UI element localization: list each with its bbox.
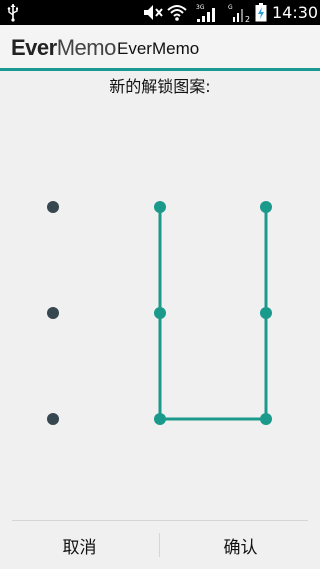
unlock-pattern-grid[interactable] xyxy=(0,150,320,480)
battery-charging-icon xyxy=(255,3,267,22)
action-bar: EverMemo EverMemo xyxy=(0,25,320,71)
signal2-sub: 2 xyxy=(245,15,250,23)
status-bar: 3G G 2 14:30 xyxy=(0,0,320,25)
pattern-dot-r3c2[interactable] xyxy=(154,413,166,425)
app-logo[interactable]: EverMemo xyxy=(11,36,116,60)
mute-icon xyxy=(144,5,163,20)
pattern-dot-r3c1[interactable] xyxy=(47,413,59,425)
pattern-dot-r2c2[interactable] xyxy=(154,307,166,319)
status-time: 14:30 xyxy=(272,3,319,22)
pattern-prompt: 新的解锁图案: xyxy=(109,77,211,96)
logo-text-light: Memo xyxy=(56,35,117,60)
signal2-label: G xyxy=(228,4,233,11)
signal-g-icon: G 2 xyxy=(228,4,250,23)
pattern-path xyxy=(158,205,268,421)
signal1-label: 3G xyxy=(196,4,205,11)
confirm-button[interactable]: 确认 xyxy=(161,521,320,569)
screen: 3G G 2 14:30 EverMemo EverMemo 新的解锁图案: 取… xyxy=(0,0,320,569)
pattern-dot-r1c3[interactable] xyxy=(260,201,272,213)
wifi-icon xyxy=(167,5,187,21)
logo-text-bold: Ever xyxy=(11,35,57,60)
pattern-dot-r3c3[interactable] xyxy=(260,413,272,425)
pattern-dot-r1c2[interactable] xyxy=(154,201,166,213)
pattern-dot-r2c1[interactable] xyxy=(47,307,59,319)
signal-3g-icon: 3G xyxy=(196,4,215,22)
button-separator xyxy=(159,533,160,557)
cancel-button[interactable]: 取消 xyxy=(0,521,159,569)
pattern-dot-r1c1[interactable] xyxy=(47,201,59,213)
pattern-dot-r2c3[interactable] xyxy=(260,307,272,319)
page-title: EverMemo xyxy=(117,39,200,58)
usb-icon xyxy=(7,4,18,22)
